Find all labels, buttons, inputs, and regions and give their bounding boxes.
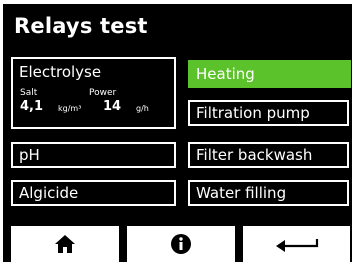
back-button[interactable] (243, 226, 350, 262)
electrolyse-label: Electrolyse (19, 63, 102, 81)
water-filling-button[interactable]: Water filling (188, 180, 349, 206)
ph-label: pH (19, 146, 40, 164)
salt-label: Salt (20, 88, 38, 98)
power-unit: g/h (136, 104, 149, 113)
heating-button[interactable]: Heating (188, 60, 351, 88)
power-label: Power (89, 88, 117, 98)
filtration-pump-button[interactable]: Filtration pump (188, 100, 349, 126)
heating-label: Heating (196, 65, 255, 83)
power-value: 14 (103, 99, 122, 114)
water-filling-label: Water filling (196, 184, 287, 202)
filter-backwash-label: Filter backwash (196, 146, 313, 164)
algicide-button[interactable]: Algicide (11, 180, 176, 206)
back-arrow-icon (275, 239, 318, 252)
salt-unit: kg/m³ (58, 104, 82, 113)
ph-button[interactable]: pH (11, 142, 176, 168)
home-button[interactable] (11, 226, 119, 262)
info-icon (171, 234, 191, 254)
electrolyse-button[interactable]: Electrolyse Salt Power 4,1 kg/m³ 14 g/h (11, 57, 176, 129)
home-icon (55, 235, 75, 253)
algicide-label: Algicide (19, 184, 79, 202)
filter-backwash-button[interactable]: Filter backwash (188, 142, 349, 168)
page-title: Relays test (14, 14, 148, 38)
relays-test-screen: Relays test Electrolyse Salt Power 4,1 k… (3, 4, 352, 262)
info-button[interactable] (127, 226, 235, 262)
salt-value: 4,1 (20, 99, 44, 114)
filtration-pump-label: Filtration pump (196, 104, 310, 122)
